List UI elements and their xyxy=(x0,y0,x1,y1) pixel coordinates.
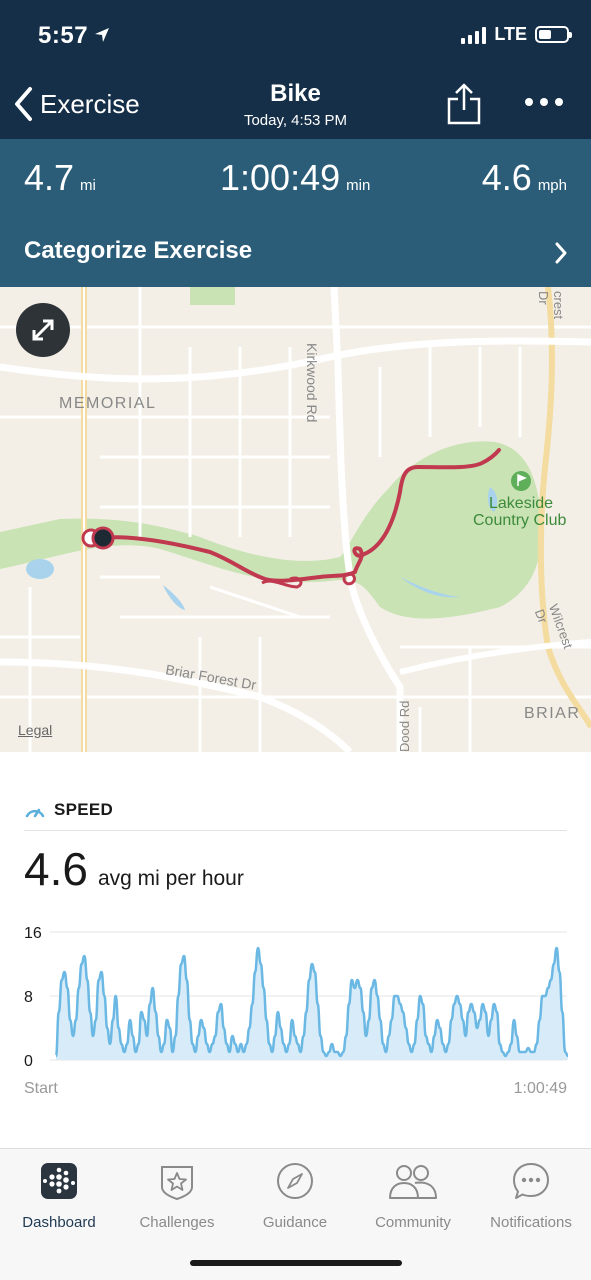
map-label-briar: BRIAR xyxy=(524,705,581,722)
distance-value: 4.7 xyxy=(24,157,75,198)
tab-label: Dashboard xyxy=(22,1214,96,1231)
dashboard-grid-icon xyxy=(41,1163,77,1199)
map-label-lakeside: Lakeside xyxy=(489,495,554,512)
share-icon[interactable] xyxy=(446,82,482,126)
duration-value: 1:00:49 xyxy=(220,157,341,198)
x-axis-start-label: Start xyxy=(24,1080,58,1097)
signal-strength-icon xyxy=(461,26,487,44)
battery-level xyxy=(539,30,551,39)
location-arrow-icon xyxy=(95,28,109,42)
chevron-right-icon xyxy=(555,242,567,264)
speed-chart: 16 8 0 xyxy=(24,925,569,1070)
status-indicators: LTE xyxy=(461,24,572,45)
chat-bubble-icon xyxy=(513,1163,549,1199)
legal-link[interactable]: Legal xyxy=(18,722,52,738)
expand-arrows-icon xyxy=(32,319,54,341)
battery-icon xyxy=(535,26,572,43)
top-bar: 5:57 LTE Exercise Bike Today, 4:53 PM xyxy=(0,0,591,139)
status-time: 5:57 xyxy=(38,22,89,49)
categorize-exercise-label: Categorize Exercise xyxy=(24,237,253,264)
page-title: Bike xyxy=(270,80,321,107)
y-tick-label: 16 xyxy=(24,925,42,942)
people-icon xyxy=(389,1165,437,1199)
tab-label: Notifications xyxy=(490,1214,572,1231)
avg-speed-value: 4.6 xyxy=(24,843,88,895)
map-label-country-club: Country Club xyxy=(473,512,567,529)
speed-header: SPEED xyxy=(24,800,113,820)
avg-speed-label: avg mi per hour xyxy=(97,867,244,890)
speedometer-icon xyxy=(25,808,45,818)
distance-stat: 4.7 mi xyxy=(24,157,96,199)
tab-challenges[interactable]: Challenges xyxy=(118,1161,236,1231)
speed-title: SPEED xyxy=(54,800,114,819)
duration-stat: 1:00:49 min xyxy=(220,157,370,199)
route-map[interactable]: MEMORIAL Kirkwood Rd Lakeside Country Cl… xyxy=(0,287,591,752)
x-axis-end-label: 1:00:49 xyxy=(513,1080,567,1097)
duration-unit: min xyxy=(346,177,371,194)
tab-label: Challenges xyxy=(139,1214,215,1231)
map-label-dood: Dood Rd xyxy=(397,700,412,752)
y-tick-label: 8 xyxy=(24,989,33,1006)
speed-stat: 4.6 mph xyxy=(482,157,567,199)
map-label-wilcrest-top: crest Dr xyxy=(536,291,566,320)
network-type: LTE xyxy=(494,24,527,44)
more-dots-icon[interactable] xyxy=(525,98,563,106)
compass-icon xyxy=(277,1163,313,1199)
map-label-kirkwood: Kirkwood Rd xyxy=(304,343,320,423)
tab-guidance[interactable]: Guidance xyxy=(236,1161,354,1231)
distance-unit: mi xyxy=(80,177,96,194)
star-shield-icon xyxy=(161,1166,193,1201)
exercise-stats: 4.7 mi 1:00:49 min 4.6 mph Categorize Ex… xyxy=(0,139,591,287)
y-tick-label: 0 xyxy=(24,1053,33,1070)
tab-dashboard[interactable]: Dashboard xyxy=(0,1161,118,1231)
speed-divider xyxy=(24,830,567,831)
categorize-exercise-row[interactable]: Categorize Exercise xyxy=(0,223,591,287)
tab-label: Community xyxy=(375,1214,451,1231)
speed-unit: mph xyxy=(537,177,567,194)
home-indicator[interactable] xyxy=(190,1260,402,1266)
speed-value: 4.6 xyxy=(481,157,532,198)
page-subtitle: Today, 4:53 PM xyxy=(243,112,348,129)
tab-community[interactable]: Community xyxy=(354,1161,472,1231)
avg-speed: 4.6 avg mi per hour xyxy=(24,842,244,896)
header-title-group: Bike Today, 4:53 PM xyxy=(0,80,591,129)
tab-label: Guidance xyxy=(262,1214,328,1231)
map-label-memorial: MEMORIAL xyxy=(59,395,157,412)
expand-map-button[interactable] xyxy=(16,303,70,357)
tab-notifications[interactable]: Notifications xyxy=(472,1161,590,1231)
